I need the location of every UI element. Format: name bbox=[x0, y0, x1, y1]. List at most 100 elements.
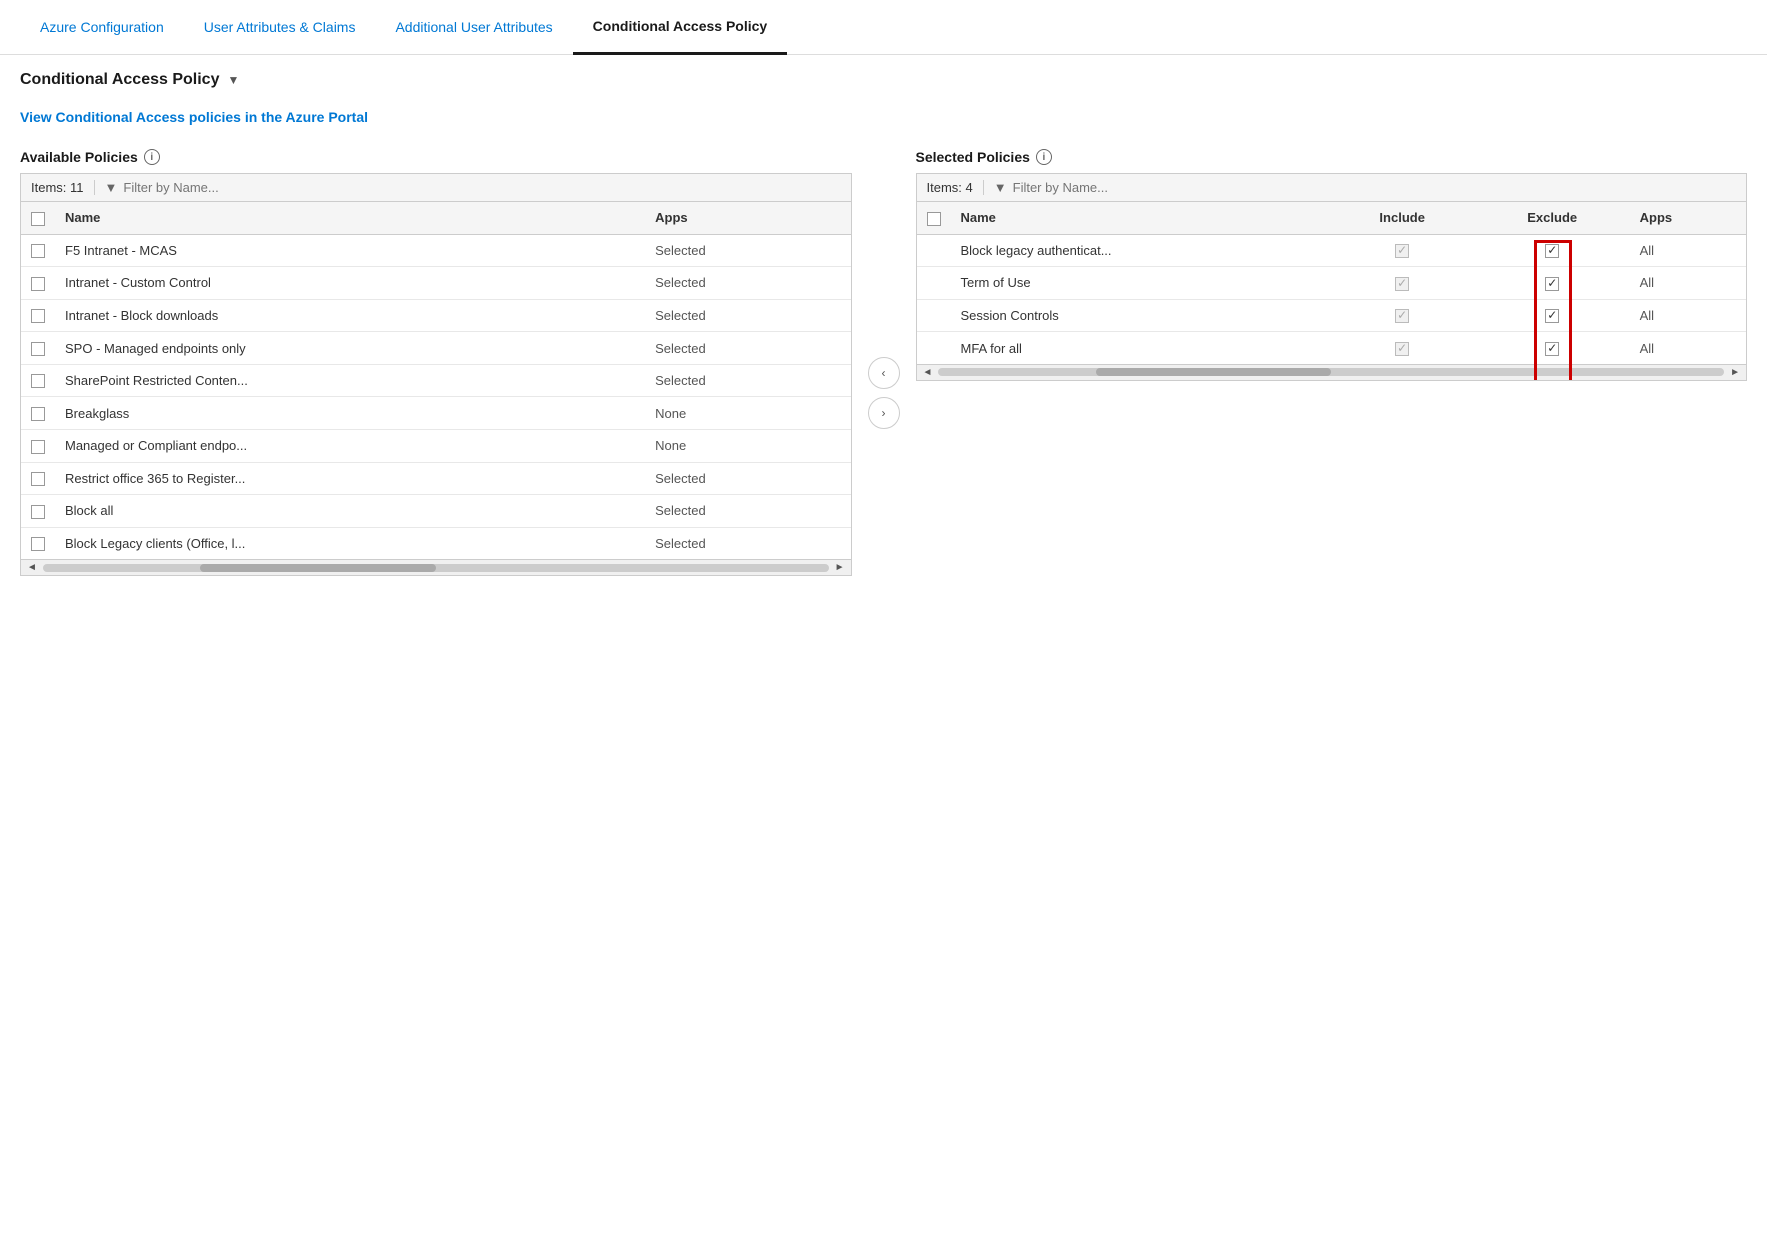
row-checkbox[interactable] bbox=[31, 309, 45, 323]
row-name: SPO - Managed endpoints only bbox=[55, 332, 645, 365]
row-apps: Selected bbox=[645, 527, 850, 559]
row-checkbox[interactable] bbox=[31, 244, 45, 258]
exclude-checkbox[interactable] bbox=[1545, 309, 1559, 323]
row-name: Term of Use bbox=[951, 267, 1330, 300]
available-name-header: Name bbox=[55, 202, 645, 234]
row-name: Managed or Compliant endpo... bbox=[55, 429, 645, 462]
row-apps: Selected bbox=[645, 234, 850, 267]
selected-policies-tbody: Block legacy authenticat... ✓ bbox=[917, 234, 1747, 364]
exclude-checkbox[interactable] bbox=[1545, 342, 1559, 356]
row-name: Session Controls bbox=[951, 299, 1330, 332]
section-title-text: Conditional Access Policy bbox=[20, 71, 219, 89]
available-policies-info-icon: i bbox=[144, 149, 160, 165]
row-name: F5 Intranet - MCAS bbox=[55, 234, 645, 267]
row-apps: Selected bbox=[645, 267, 850, 300]
selected-scroll-track[interactable] bbox=[938, 368, 1724, 376]
table-row: MFA for all ✓ All bbox=[917, 332, 1747, 364]
selected-policies-info-icon: i bbox=[1036, 149, 1052, 165]
selected-scroll-left[interactable]: ◄ bbox=[921, 367, 935, 378]
exclude-checkbox[interactable] bbox=[1545, 277, 1559, 291]
available-filter-container: ▼ bbox=[105, 180, 841, 195]
selected-apps-header: Apps bbox=[1630, 202, 1746, 234]
row-checkbox[interactable] bbox=[31, 374, 45, 388]
available-select-all-checkbox[interactable] bbox=[31, 212, 45, 226]
available-scroll-right[interactable]: ► bbox=[833, 562, 847, 573]
table-row: Restrict office 365 to Register... Selec… bbox=[21, 462, 851, 495]
table-row: Block legacy authenticat... ✓ bbox=[917, 234, 1747, 267]
row-checkbox[interactable] bbox=[31, 537, 45, 551]
available-scrollbar[interactable]: ◄ ► bbox=[21, 559, 851, 575]
table-row: Breakglass None bbox=[21, 397, 851, 430]
row-checkbox[interactable] bbox=[31, 472, 45, 486]
section-title: Conditional Access Policy ▼ bbox=[20, 71, 1747, 89]
nav-conditional-access[interactable]: Conditional Access Policy bbox=[573, 0, 788, 55]
row-name: Intranet - Block downloads bbox=[55, 299, 645, 332]
selected-scroll-right[interactable]: ► bbox=[1728, 367, 1742, 378]
selected-exclude-header: Exclude bbox=[1475, 202, 1630, 234]
available-policies-table-wrapper: Items: 11 ▼ Name Apps bbox=[20, 173, 852, 576]
selected-policies-label: Selected Policies i bbox=[916, 149, 1748, 165]
include-checkbox[interactable]: ✓ bbox=[1395, 342, 1409, 356]
row-checkbox[interactable] bbox=[31, 342, 45, 356]
nav-user-attributes[interactable]: User Attributes & Claims bbox=[184, 1, 376, 53]
transfer-left-button[interactable]: ‹ bbox=[868, 357, 900, 389]
available-items-count: Items: 11 bbox=[31, 180, 95, 195]
selected-filter-input[interactable] bbox=[1013, 180, 1736, 195]
row-apps: Selected bbox=[645, 332, 850, 365]
row-apps: Selected bbox=[645, 462, 850, 495]
row-name: Block Legacy clients (Office, l... bbox=[55, 527, 645, 559]
row-apps: All bbox=[1630, 332, 1746, 364]
available-select-all-header bbox=[21, 202, 55, 234]
include-checkbox[interactable]: ✓ bbox=[1395, 309, 1409, 323]
selected-select-all-header bbox=[917, 202, 951, 234]
row-checkbox[interactable] bbox=[31, 407, 45, 421]
table-row: Block Legacy clients (Office, l... Selec… bbox=[21, 527, 851, 559]
available-apps-header: Apps bbox=[645, 202, 850, 234]
row-apps: None bbox=[645, 429, 850, 462]
table-row: Managed or Compliant endpo... None bbox=[21, 429, 851, 462]
row-name: SharePoint Restricted Conten... bbox=[55, 364, 645, 397]
row-name: Block legacy authenticat... bbox=[951, 234, 1330, 267]
row-exclude bbox=[1475, 299, 1630, 332]
include-checkbox[interactable]: ✓ bbox=[1395, 244, 1409, 258]
row-apps: All bbox=[1630, 299, 1746, 332]
exclude-checkbox[interactable] bbox=[1545, 244, 1559, 258]
available-policies-panel: Available Policies i Items: 11 ▼ bbox=[20, 149, 852, 576]
available-scroll-left[interactable]: ◄ bbox=[25, 562, 39, 573]
available-policies-tbody: F5 Intranet - MCAS Selected Intranet - C… bbox=[21, 234, 851, 559]
row-apps: Selected bbox=[645, 299, 850, 332]
exclude-highlight bbox=[1545, 275, 1559, 291]
exclude-highlight bbox=[1545, 340, 1559, 356]
row-include: ✓ bbox=[1330, 299, 1475, 332]
selected-name-header: Name bbox=[951, 202, 1330, 234]
selected-filter-container: ▼ bbox=[994, 180, 1736, 195]
row-checkbox[interactable] bbox=[31, 277, 45, 291]
azure-portal-link[interactable]: View Conditional Access policies in the … bbox=[20, 109, 368, 125]
table-row: SPO - Managed endpoints only Selected bbox=[21, 332, 851, 365]
row-exclude bbox=[1475, 267, 1630, 300]
row-apps: All bbox=[1630, 234, 1746, 267]
row-apps: None bbox=[645, 397, 850, 430]
available-filter-input[interactable] bbox=[123, 180, 840, 195]
selected-items-count: Items: 4 bbox=[927, 180, 984, 195]
row-apps: Selected bbox=[645, 364, 850, 397]
table-row: SharePoint Restricted Conten... Selected bbox=[21, 364, 851, 397]
transfer-right-button[interactable]: › bbox=[868, 397, 900, 429]
row-checkbox[interactable] bbox=[31, 440, 45, 454]
section-dropdown-arrow[interactable]: ▼ bbox=[227, 73, 239, 87]
include-checkbox[interactable]: ✓ bbox=[1395, 277, 1409, 291]
nav-azure-config[interactable]: Azure Configuration bbox=[20, 1, 184, 53]
table-row: Block all Selected bbox=[21, 495, 851, 528]
available-scroll-track[interactable] bbox=[43, 564, 829, 572]
nav-additional-attributes[interactable]: Additional User Attributes bbox=[375, 1, 572, 53]
selected-scrollbar[interactable]: ◄ ► bbox=[917, 364, 1747, 380]
row-name: Breakglass bbox=[55, 397, 645, 430]
row-include: ✓ bbox=[1330, 234, 1475, 267]
row-name: Block all bbox=[55, 495, 645, 528]
row-checkbox[interactable] bbox=[31, 505, 45, 519]
panels-container: Available Policies i Items: 11 ▼ bbox=[20, 149, 1747, 576]
table-row: Session Controls ✓ Al bbox=[917, 299, 1747, 332]
selected-select-all-checkbox[interactable] bbox=[927, 212, 941, 226]
selected-policies-table: Name Include Exclude Apps Block legacy a… bbox=[917, 202, 1747, 364]
available-filter-icon: ▼ bbox=[105, 180, 118, 195]
